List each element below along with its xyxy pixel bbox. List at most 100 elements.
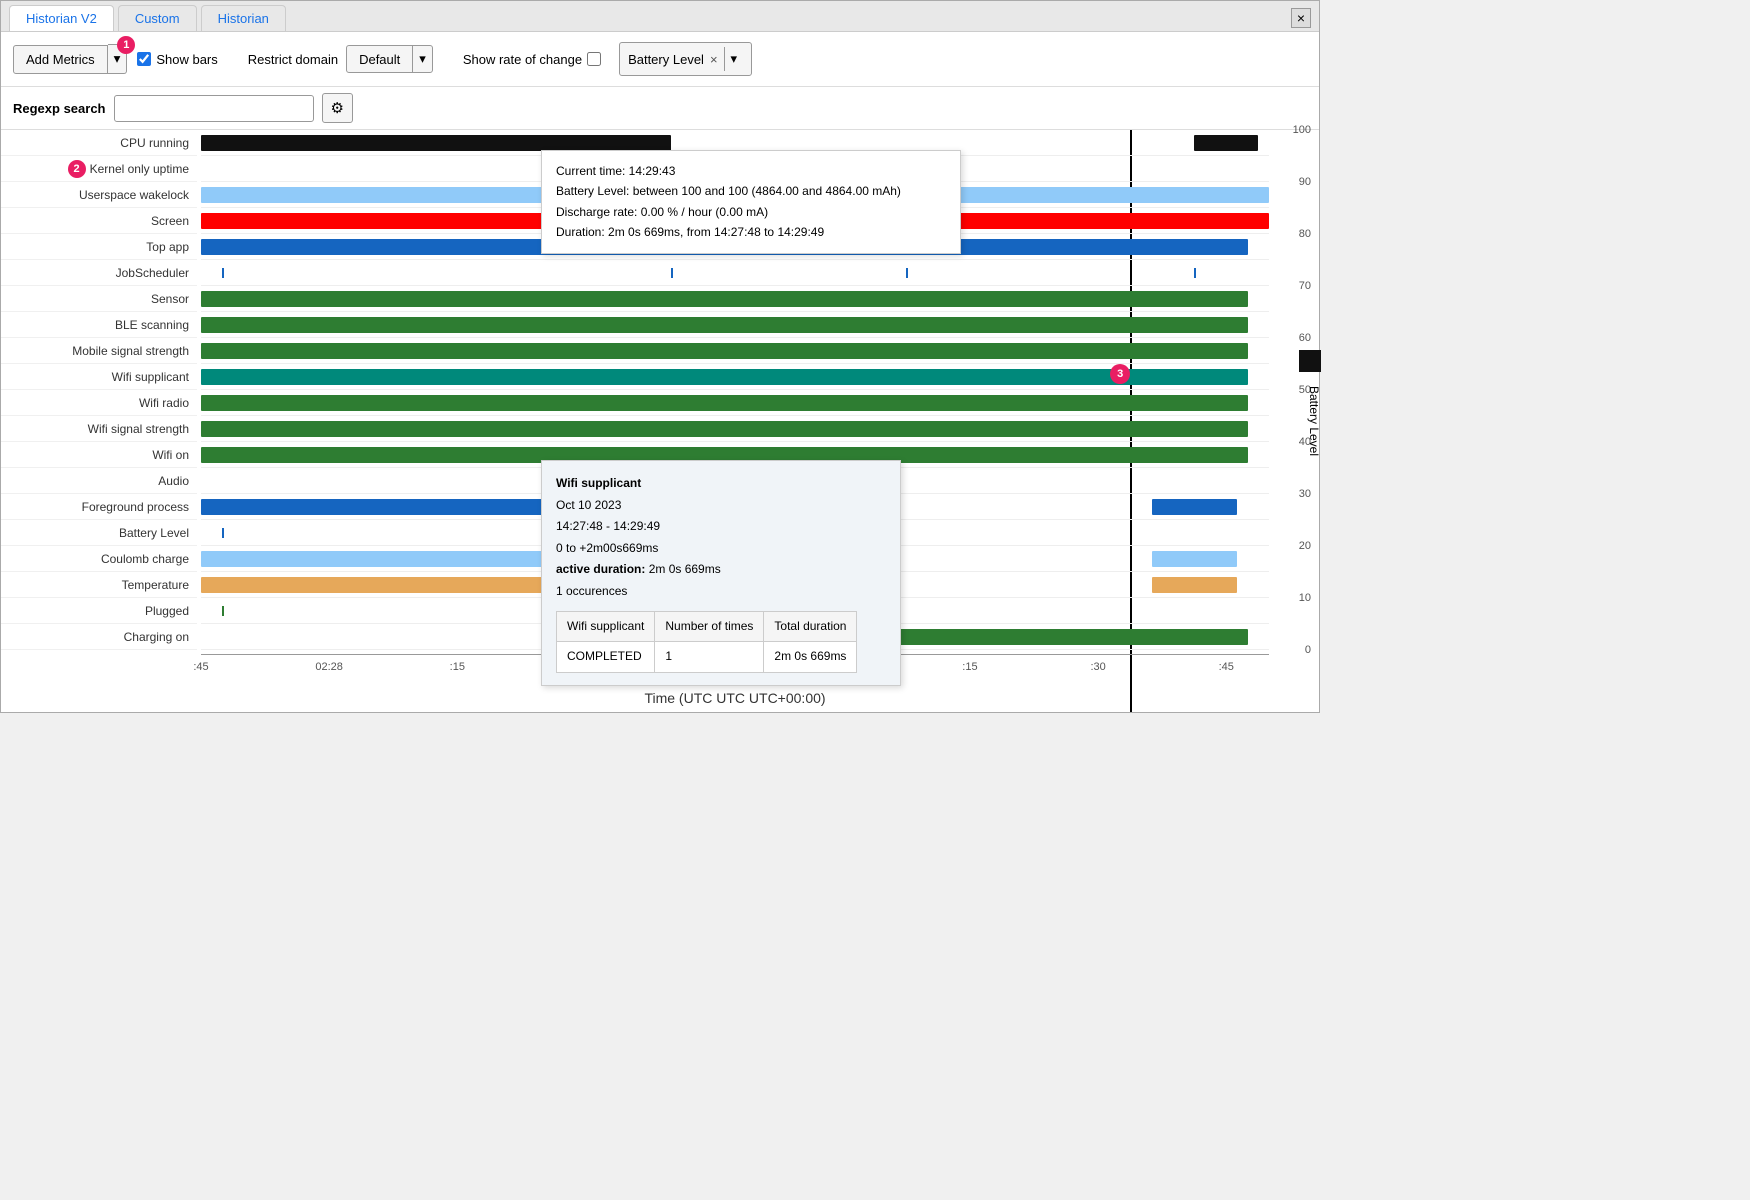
tooltip-wifi-offset: 0 to +2m00s669ms <box>556 538 886 560</box>
tooltip-battery-level: Current time: 14:29:43 Battery Level: be… <box>541 150 961 254</box>
metric-label-kernel-uptime: 2 Kernel only uptime <box>1 156 197 182</box>
tooltip-current-time: Current time: 14:29:43 <box>556 161 946 181</box>
tooltip-wifi-title: Wifi supplicant <box>556 473 886 495</box>
chart-bars-area: Current time: 14:29:43 Battery Level: be… <box>201 130 1269 712</box>
metric-label-mobile-signal: Mobile signal strength <box>1 338 197 364</box>
y-axis: 100 90 80 70 60 50 40 30 20 10 0 Battery… <box>1269 130 1319 712</box>
search-input[interactable] <box>114 95 314 122</box>
tooltip-wifi-date: Oct 10 2023 <box>556 495 886 517</box>
metric-label-topapp: Top app <box>1 234 197 260</box>
metric-label-plugged: Plugged <box>1 598 197 624</box>
chart-row-wifi-supplicant[interactable] <box>201 364 1269 390</box>
bar-wifi-radio <box>201 395 1248 411</box>
x-tick-3: :15 <box>450 661 465 673</box>
metric-label-jobscheduler: JobScheduler <box>1 260 197 286</box>
metric-label-wifi-supplicant: Wifi supplicant <box>1 364 197 390</box>
tab-bar: Historian V2 Custom Historian × <box>1 1 1319 32</box>
tooltip-wifi-time-range: 14:27:48 - 14:29:49 <box>556 516 886 538</box>
table-cell-count: 1 <box>655 642 764 673</box>
bar-wifi-signal <box>201 421 1248 437</box>
metric-labels: CPU running 2 Kernel only uptime Userspa… <box>1 130 201 712</box>
show-bars-checkbox[interactable] <box>137 52 151 66</box>
bar-sensor <box>201 291 1248 307</box>
bar-foreground-2 <box>1152 499 1237 515</box>
restrict-domain-label: Restrict domain <box>248 52 338 67</box>
tooltip-duration: Duration: 2m 0s 669ms, from 14:27:48 to … <box>556 222 946 242</box>
metric-label-battery-level: Battery Level <box>1 520 197 546</box>
tick-job-3 <box>906 268 908 278</box>
tick-battery <box>222 528 224 538</box>
metric-label-charging: Charging on <box>1 624 197 650</box>
metric-label-temperature: Temperature <box>1 572 197 598</box>
tooltip-battery-level-info: Battery Level: between 100 and 100 (4864… <box>556 181 946 201</box>
bar-coulomb-2 <box>1152 551 1237 567</box>
bar-wifi-supplicant <box>201 369 1248 385</box>
bar-cpu-2 <box>1194 135 1258 151</box>
tick-job-4 <box>1194 268 1196 278</box>
add-metrics-badge: 1 <box>117 36 135 54</box>
domain-value: Default <box>347 47 412 72</box>
battery-level-remove-button[interactable]: × <box>710 52 718 67</box>
table-header-1: Wifi supplicant <box>557 611 655 642</box>
metric-label-audio: Audio <box>1 468 197 494</box>
tick-job-2 <box>671 268 673 278</box>
show-bars-label: Show bars <box>156 52 217 67</box>
domain-select[interactable]: Default ▾ <box>346 45 433 73</box>
tooltip-wifi-active-duration: active duration: 2m 0s 669ms <box>556 559 886 581</box>
battery-level-rotated-label: Battery Level <box>1307 386 1321 456</box>
x-tick-2: 02:28 <box>315 661 343 673</box>
table-cell-status: COMPLETED <box>557 642 655 673</box>
tick-job-1 <box>222 268 224 278</box>
y-tick-90: 90 <box>1299 176 1311 188</box>
app-window: Historian V2 Custom Historian × Add Metr… <box>0 0 1320 713</box>
tooltip-wifi-occurrences: 1 occurences <box>556 581 886 603</box>
metric-label-wifi-on: Wifi on <box>1 442 197 468</box>
battery-level-tag: Battery Level × ▾ <box>619 42 752 76</box>
restrict-domain-group: Restrict domain Default ▾ <box>248 45 433 73</box>
tab-historian[interactable]: Historian <box>201 5 286 31</box>
chart-row-jobscheduler[interactable] <box>201 260 1269 286</box>
x-tick-1: :45 <box>193 661 208 673</box>
y-tick-70: 70 <box>1299 280 1311 292</box>
metric-label-sensor: Sensor <box>1 286 197 312</box>
settings-button[interactable]: ⚙ <box>322 93 353 123</box>
bar-cpu-top-1 <box>201 141 671 145</box>
tick-plugged <box>222 606 224 616</box>
battery-level-tag-label: Battery Level <box>628 52 704 67</box>
table-cell-duration: 2m 0s 669ms <box>764 642 857 673</box>
toolbar: Add Metrics ▾ 1 Show bars Restrict domai… <box>1 32 1319 87</box>
y-tick-80: 80 <box>1299 228 1311 240</box>
chart-row-wifi-signal[interactable] <box>201 416 1269 442</box>
tab-historian-v2[interactable]: Historian V2 <box>9 5 114 31</box>
bar-ble <box>201 317 1248 333</box>
chart-row-mobile[interactable] <box>201 338 1269 364</box>
show-rate-label: Show rate of change <box>463 52 582 67</box>
add-metrics-group: Add Metrics ▾ 1 <box>13 44 127 74</box>
search-label: Regexp search <box>13 101 106 116</box>
y-tick-10: 10 <box>1299 592 1311 604</box>
x-tick-7: :15 <box>962 661 977 673</box>
tooltip-wifi-table: Wifi supplicant Number of times Total du… <box>556 611 857 673</box>
show-rate-checkbox[interactable] <box>587 52 601 66</box>
metric-label-screen: Screen <box>1 208 197 234</box>
battery-level-dropdown-icon[interactable]: ▾ <box>724 47 744 71</box>
add-metrics-button[interactable]: Add Metrics <box>13 45 108 74</box>
chart-row-sensor[interactable] <box>201 286 1269 312</box>
close-button[interactable]: × <box>1291 8 1311 28</box>
metric-label-userspace: Userspace wakelock <box>1 182 197 208</box>
y-tick-60: 60 <box>1299 332 1311 344</box>
chart-row-wifi-radio[interactable] <box>201 390 1269 416</box>
metric-label-wifi-signal: Wifi signal strength <box>1 416 197 442</box>
table-header-2: Number of times <box>655 611 764 642</box>
x-axis-label: Time (UTC UTC UTC+00:00) <box>201 684 1269 712</box>
domain-dropdown-icon[interactable]: ▾ <box>412 46 432 72</box>
metric-label-wifi-radio: Wifi radio <box>1 390 197 416</box>
tab-custom[interactable]: Custom <box>118 5 197 31</box>
bar-temp-2 <box>1152 577 1237 593</box>
chart-row-ble[interactable] <box>201 312 1269 338</box>
tooltip-wifi-supplicant: Wifi supplicant Oct 10 2023 14:27:48 - 1… <box>541 460 901 686</box>
metric-label-cpu-running: CPU running <box>1 130 197 156</box>
metric-label-ble: BLE scanning <box>1 312 197 338</box>
show-bars-group: Show bars <box>137 52 217 67</box>
x-tick-8: :30 <box>1090 661 1105 673</box>
